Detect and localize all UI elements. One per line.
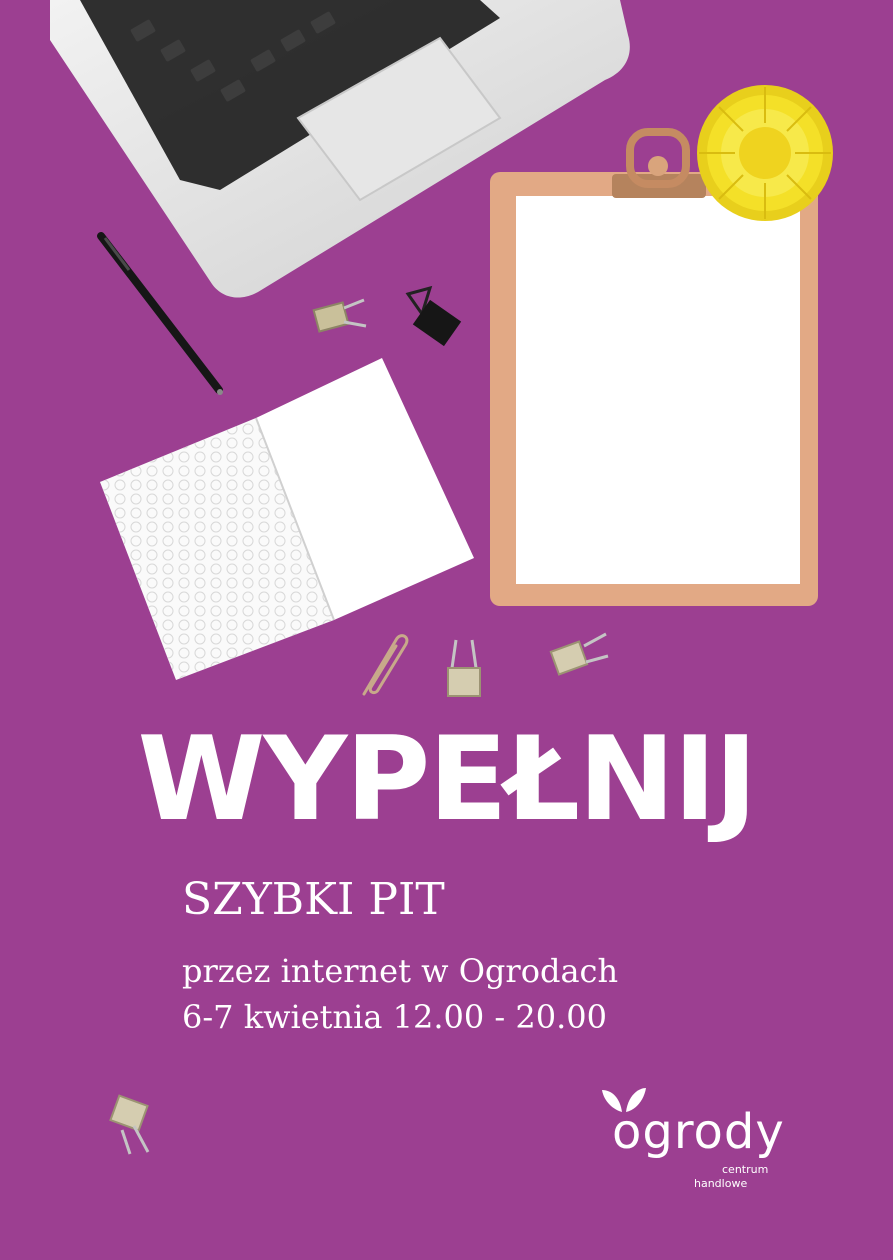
binder-clip-icon — [308, 292, 370, 342]
subheadline: SZYBKI PIT — [182, 874, 445, 925]
detail-line-1: przez internet w Ogrodach — [182, 952, 619, 990]
binder-clip-icon — [440, 636, 488, 702]
binder-clip-icon — [546, 628, 612, 680]
binder-clip-icon — [106, 1090, 168, 1160]
logo-sub-centrum: centrum — [722, 1163, 769, 1176]
logo-wordmark: ogrody — [612, 1104, 785, 1160]
detail-line-2: 6-7 kwietnia 12.00 - 20.00 — [182, 998, 607, 1036]
paper-clip-icon — [352, 628, 412, 700]
headline: WYPEŁNIJ — [137, 712, 757, 847]
flower-icon — [690, 78, 840, 228]
notebook-icon — [96, 352, 480, 684]
poster: WYPEŁNIJ SZYBKI PIT przez internet w Ogr… — [0, 0, 893, 1260]
logo-sub-handlowe: handlowe — [694, 1177, 748, 1190]
binder-clip-icon — [400, 284, 470, 352]
